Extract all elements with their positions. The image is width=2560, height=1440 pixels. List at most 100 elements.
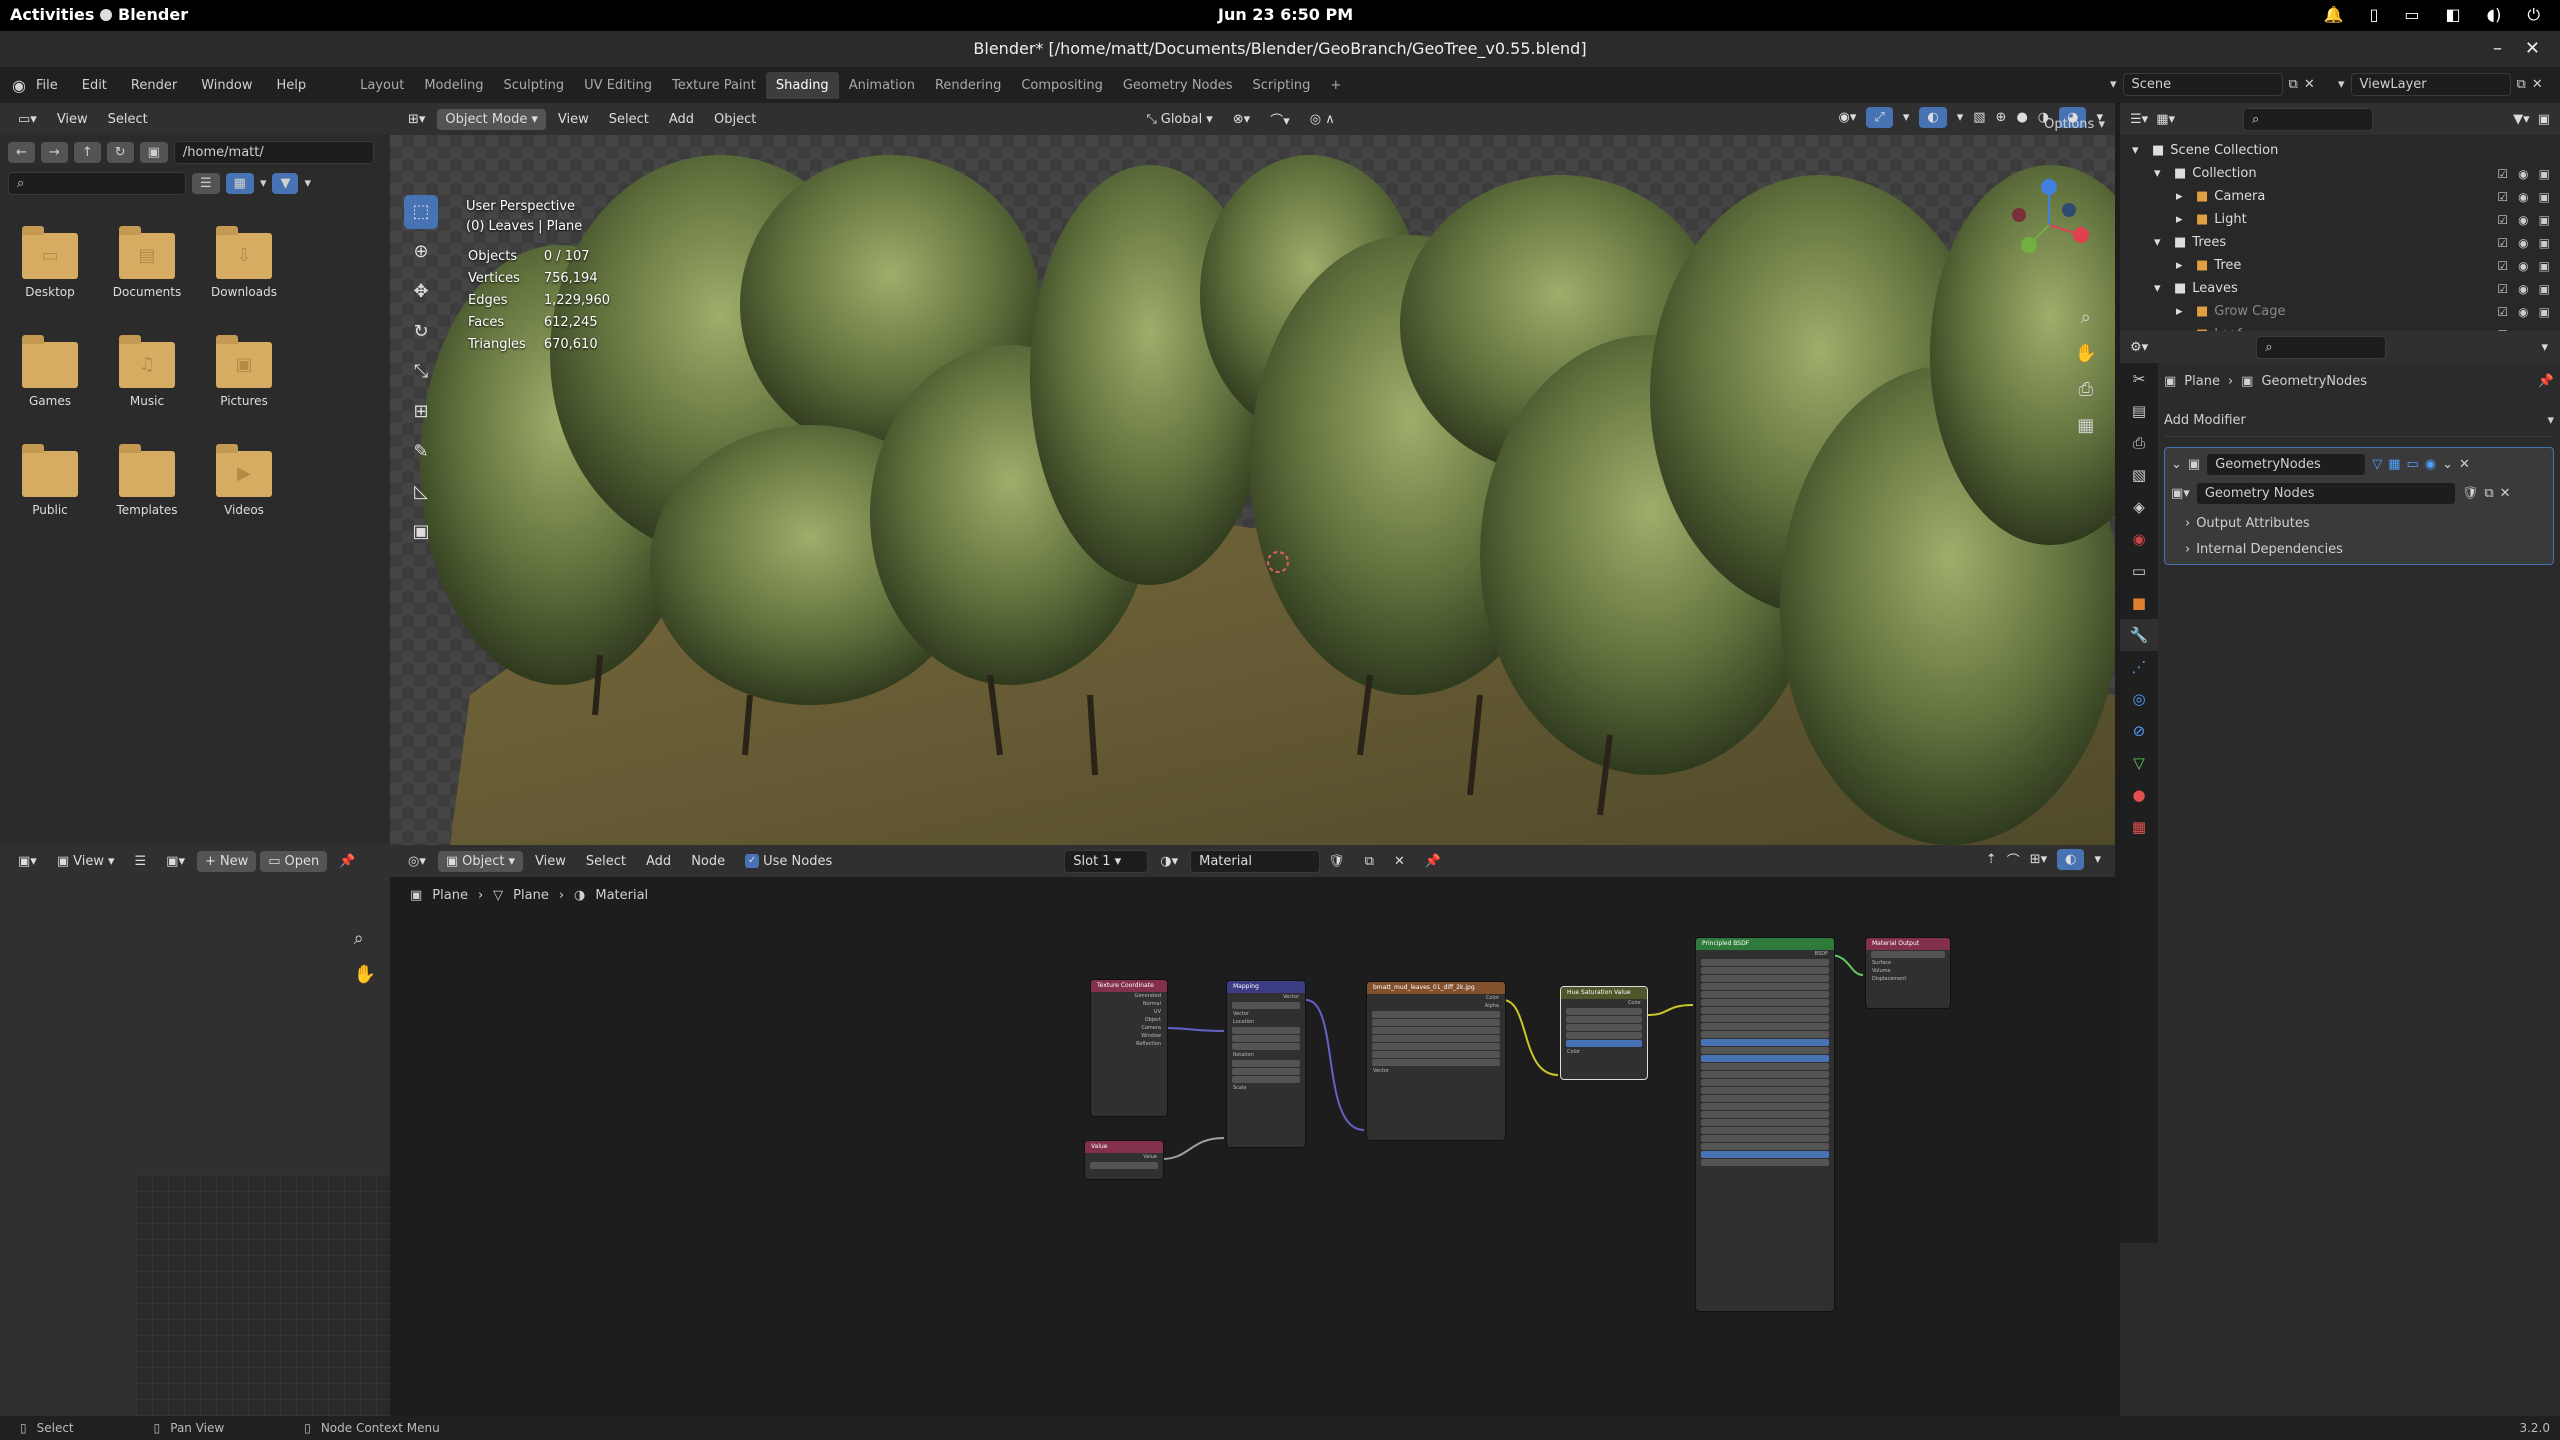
file-item[interactable]: ▶ Videos (199, 444, 289, 517)
outliner-row[interactable]: ▸ ■ Tree ☑ ◉ ▣ (2120, 254, 2560, 277)
socket-scale[interactable]: Scale (1227, 1084, 1305, 1092)
volume-icon[interactable]: ◖) (2487, 5, 2502, 25)
edit-mode-toggle-icon[interactable]: ▽ (2372, 457, 2382, 472)
bsdf-input-field[interactable] (1701, 1143, 1829, 1150)
render-camera-icon[interactable]: ▣ (2539, 213, 2550, 227)
menu-icon[interactable]: ☰ (127, 851, 155, 872)
socket-camera[interactable]: Camera (1091, 1024, 1167, 1032)
outliner-row[interactable]: ▸ ■ Light ☑ ◉ ▣ (2120, 208, 2560, 231)
socket-color-in[interactable]: Color (1561, 1048, 1647, 1056)
tab-animation[interactable]: Animation (839, 72, 925, 99)
modifier-menu-icon[interactable]: ⌄ (2442, 457, 2453, 472)
socket-value[interactable]: Value (1085, 1153, 1163, 1161)
socket-vector-in[interactable]: Vector (1227, 1010, 1305, 1018)
zoom-icon[interactable]: ⌕ (354, 921, 376, 957)
bsdf-input-field[interactable] (1701, 1111, 1829, 1118)
xray-icon[interactable]: ▧ (1973, 110, 1985, 125)
socket-alpha[interactable]: Alpha (1367, 1002, 1505, 1010)
socket-normal[interactable]: Normal (1091, 1000, 1167, 1008)
shader-node-editor[interactable]: ◎▾ ▣ Object ▾ View Select Add Node ✓ Use… (390, 845, 2115, 1426)
object-tab-icon[interactable]: ■ (2120, 587, 2158, 619)
expand-arrow-icon[interactable]: ▾ (2154, 166, 2168, 181)
blender-icon[interactable]: ◉ (12, 76, 26, 95)
bsdf-input-field[interactable] (1701, 975, 1829, 982)
menu-select[interactable]: Select (601, 109, 657, 130)
z-axis-icon[interactable] (2041, 179, 2057, 195)
visibility-eye-icon[interactable]: ◉ (2518, 167, 2528, 181)
options-button[interactable]: Options ▾ (2044, 117, 2105, 132)
filter-options-icon[interactable]: ▾ (304, 176, 311, 191)
camera-view-icon[interactable]: ⎙ (2075, 372, 2097, 408)
panel-output-attributes[interactable]: › Output Attributes (2171, 510, 2547, 536)
viewport-toggle-icon[interactable]: ▭ (2407, 457, 2419, 472)
duplicate-node-group-icon[interactable]: ⧉ (2484, 486, 2493, 501)
menu-render[interactable]: Render (131, 78, 177, 93)
properties-search[interactable]: ⌕ (2256, 335, 2387, 359)
socket-location[interactable]: Location (1227, 1018, 1305, 1026)
mapping-type-field[interactable] (1232, 1002, 1300, 1009)
ortho-toggle-icon[interactable]: ▦ (2075, 408, 2097, 444)
close-window-button[interactable]: ✕ (2525, 31, 2540, 67)
socket-vector-in[interactable]: Vector (1367, 1067, 1505, 1075)
node-value[interactable]: Value Value (1084, 1140, 1164, 1180)
bsdf-input-field[interactable] (1701, 1103, 1829, 1110)
editor-type-icon[interactable]: ⚙▾ (2130, 340, 2148, 355)
node-image-texture[interactable]: bmatt_mud_leaves_01_diff_2k.jpg Color Al… (1366, 981, 1506, 1141)
clock[interactable]: Jun 23 6:50 PM (1218, 5, 1353, 24)
tab-modeling[interactable]: Modeling (414, 72, 493, 99)
socket-displacement[interactable]: Displacement (1866, 975, 1950, 983)
exclude-checkbox-icon[interactable]: ☑ (2497, 190, 2508, 204)
unlink-node-group-icon[interactable]: ✕ (2500, 486, 2511, 501)
bsdf-input-field[interactable] (1701, 1071, 1829, 1078)
delete-scene-icon[interactable]: ✕ (2304, 77, 2315, 92)
3d-viewport[interactable]: ⊞▾ Object Mode ▾ View Select Add Object … (390, 103, 2115, 845)
minimize-button[interactable]: – (2493, 31, 2502, 67)
new-viewlayer-icon[interactable]: ⧉ (2517, 77, 2526, 92)
modifier-name-field[interactable]: GeometryNodes (2206, 452, 2367, 476)
socket-surface[interactable]: Surface (1866, 959, 1950, 967)
bsdf-input-field[interactable] (1701, 1087, 1829, 1094)
projection-field[interactable] (1372, 1027, 1500, 1034)
file-search-input[interactable]: ⌕ (8, 172, 186, 195)
bsdf-input-field[interactable] (1701, 1031, 1829, 1038)
expand-arrow-icon[interactable]: ▾ (2132, 143, 2146, 158)
file-item[interactable]: Public (5, 444, 95, 517)
parent-dir-icon[interactable]: ↑ (73, 142, 101, 163)
socket-object[interactable]: Object (1091, 1016, 1167, 1024)
y-axis-icon[interactable] (2021, 237, 2037, 253)
gizmo-dropdown-icon[interactable]: ▾ (1903, 110, 1910, 125)
bsdf-input-field[interactable] (1701, 1023, 1829, 1030)
bsdf-input-field[interactable] (1701, 1127, 1829, 1134)
pin-icon[interactable]: 📌 (331, 851, 363, 872)
tab-scripting[interactable]: Scripting (1243, 72, 1321, 99)
exclude-checkbox-icon[interactable]: ☑ (2497, 282, 2508, 296)
overlay-dropdown-icon[interactable]: ▾ (1957, 110, 1964, 125)
add-cube-icon[interactable]: ▣ (404, 515, 438, 549)
menu-view[interactable]: View (49, 109, 96, 130)
node-principled-bsdf[interactable]: Principled BSDF BSDF (1695, 937, 1835, 1312)
bsdf-input-field[interactable] (1701, 999, 1829, 1006)
back-icon[interactable]: ← (8, 142, 35, 163)
file-item[interactable]: Games (5, 335, 95, 408)
bsdf-input-field[interactable] (1701, 1119, 1829, 1126)
render-toggle-icon[interactable]: ◉ (2425, 457, 2436, 472)
tab-rendering[interactable]: Rendering (925, 72, 1011, 99)
outliner-row[interactable]: ▾ ■ Leaves ☑ ◉ ▣ (2120, 277, 2560, 300)
outliner-row[interactable]: ▸ ■ Grow Cage ☑ ◉ ▣ (2120, 300, 2560, 323)
path-field[interactable]: /home/matt/ (173, 141, 374, 164)
list-view-icon[interactable]: ☰ (192, 173, 220, 194)
view-layer-tab-icon[interactable]: ▧ (2120, 459, 2158, 491)
bsdf-input-field[interactable] (1701, 1007, 1829, 1014)
snap-icon[interactable]: ⌒▾ (1262, 107, 1298, 132)
data-tab-icon[interactable]: ▽ (2120, 747, 2158, 779)
add-workspace-button[interactable]: + (1320, 72, 1351, 99)
target-field[interactable] (1871, 951, 1945, 958)
transform-icon[interactable]: ⊞ (404, 395, 438, 429)
node-material-output[interactable]: Material Output Surface Volume Displacem… (1865, 937, 1951, 1009)
render-camera-icon[interactable]: ▣ (2539, 282, 2550, 296)
editor-type-icon[interactable]: ▣▾ (10, 851, 45, 872)
render-camera-icon[interactable]: ▣ (2539, 190, 2550, 204)
tool-tab-icon[interactable]: ✂ (2120, 363, 2158, 395)
thumbnail-view-icon[interactable]: ▦ (225, 173, 254, 194)
power-icon[interactable]: ⏻ (2527, 5, 2540, 25)
